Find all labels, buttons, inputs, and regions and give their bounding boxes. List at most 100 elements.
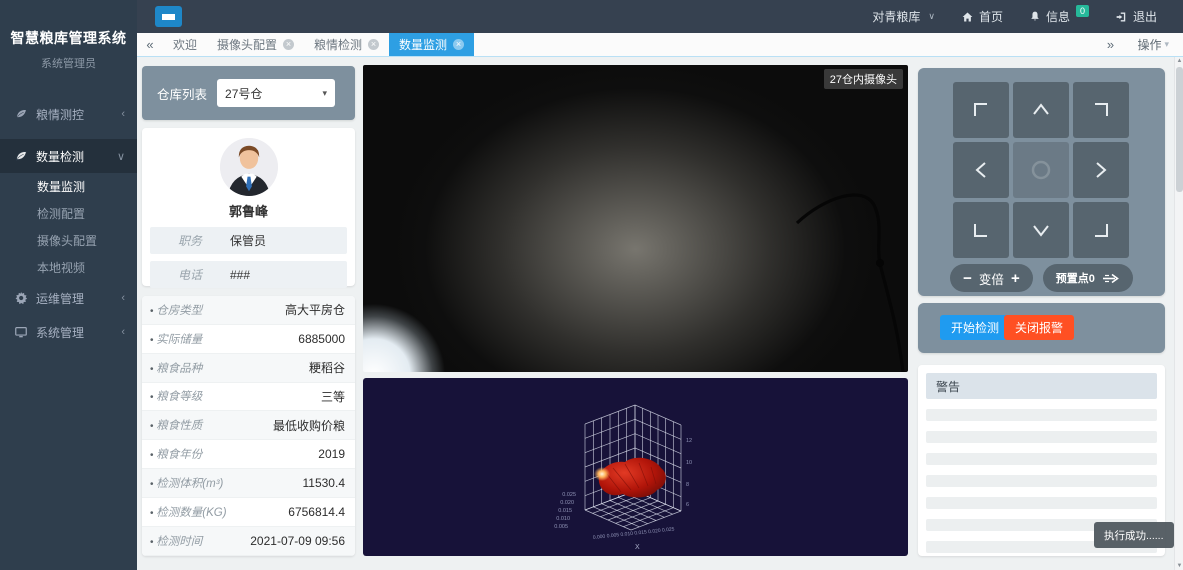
detail-value: 最低收购价粮	[273, 417, 345, 434]
warning-row	[926, 453, 1157, 465]
topbar: 对青粮库 ∨ 首页 信息 0 退出	[137, 0, 1183, 33]
vertical-scrollbar[interactable]: ▲ ▼	[1174, 57, 1183, 570]
axis-ticks: 0.025 0.020 0.015 0.010 0.005 12 10 8 6 …	[554, 438, 692, 551]
3d-volume-plot[interactable]: 0.025 0.020 0.015 0.010 0.005 12 10 8 6 …	[363, 378, 908, 556]
pan-up-right-button[interactable]	[1073, 82, 1129, 138]
corner-up-left-icon	[968, 97, 994, 123]
success-toast: 执行成功......	[1094, 522, 1174, 548]
warehouse-selected-value: 27号仓	[225, 85, 319, 102]
detail-label: 检测体积(m³)	[150, 475, 223, 491]
app-window: 智慧粮库管理系统 系统管理员 粮情测控 ‹ 数量检测 ∨ 数量监测 检测配置 摄…	[0, 0, 1183, 570]
detail-label: 粮食品种	[150, 360, 202, 376]
scroll-down-icon[interactable]: ▼	[1175, 563, 1183, 569]
tab-scroll-left-button[interactable]: «	[137, 33, 163, 56]
close-icon[interactable]: ×	[368, 39, 379, 50]
tab-camera-config[interactable]: 摄像头配置 ×	[207, 33, 304, 56]
tabbar-right: » 操作 ▾	[1097, 33, 1183, 56]
pan-right-button[interactable]	[1073, 142, 1129, 198]
keeper-row-value: ###	[230, 268, 250, 282]
tab-scroll-right-button[interactable]: »	[1097, 37, 1123, 52]
scroll-up-icon[interactable]: ▲	[1175, 58, 1183, 64]
sidebar-submenu: 数量监测 检测配置 摄像头配置 本地视频	[0, 173, 137, 281]
svg-text:0.020: 0.020	[560, 500, 574, 506]
corner-down-right-icon	[1088, 217, 1114, 243]
depot-dropdown[interactable]: 对青粮库 ∨	[872, 8, 935, 25]
pan-down-button[interactable]	[1013, 202, 1069, 258]
warning-row	[926, 431, 1157, 443]
pan-left-button[interactable]	[953, 142, 1009, 198]
detail-label: 检测时间	[150, 533, 202, 549]
scrollbar-thumb[interactable]	[1176, 67, 1183, 192]
camera-video-feed[interactable]: 27仓内摄像头	[363, 65, 908, 372]
operation-dropdown[interactable]: 操作 ▾	[1123, 36, 1183, 53]
depot-name: 对青粮库	[872, 8, 920, 25]
leaf-icon	[14, 107, 28, 121]
topbar-right: 对青粮库 ∨ 首页 信息 0 退出	[872, 8, 1183, 25]
ptz-direction-pad	[953, 82, 1129, 258]
tab-welcome[interactable]: 欢迎	[163, 33, 207, 56]
tab-quantity-monitor[interactable]: 数量监测 ×	[389, 33, 474, 56]
detail-label: 粮食年份	[150, 446, 202, 462]
sidebar-subitem-quantity-monitor[interactable]: 数量监测	[0, 173, 137, 200]
detail-row: 检测数量(KG)6756814.4	[142, 498, 355, 527]
chevron-down-icon: ∨	[928, 11, 935, 22]
detail-row: 仓房类型高大平房仓	[142, 296, 355, 325]
pan-down-left-button[interactable]	[953, 202, 1009, 258]
home-link[interactable]: 首页	[961, 8, 1003, 25]
messages-link[interactable]: 信息 0	[1029, 8, 1089, 25]
close-alarm-button[interactable]: 关闭报警	[1004, 315, 1074, 340]
ptz-home-button[interactable]	[1013, 142, 1069, 198]
sidebar-item-label: 粮情测控	[36, 106, 84, 123]
center-ring-icon	[1028, 157, 1054, 183]
detail-value: 6885000	[298, 332, 345, 346]
sidebar-item-ops-management[interactable]: 运维管理 ‹	[0, 281, 137, 315]
preset-label: 预置点0	[1056, 270, 1095, 286]
close-icon[interactable]: ×	[283, 39, 294, 50]
sidebar-item-system-management[interactable]: 系统管理 ‹	[0, 315, 137, 349]
sidebar-item-quantity-detection[interactable]: 数量检测 ∨	[0, 139, 137, 173]
pan-down-right-button[interactable]	[1073, 202, 1129, 258]
detail-value: 6756814.4	[288, 505, 345, 519]
zoom-in-icon[interactable]: +	[1011, 271, 1020, 286]
hamburger-icon	[162, 14, 175, 20]
svg-text:6: 6	[686, 502, 689, 508]
arrow-left-icon	[968, 157, 994, 183]
zoom-out-icon[interactable]: −	[963, 271, 972, 286]
pan-up-left-button[interactable]	[953, 82, 1009, 138]
red-surface	[594, 458, 666, 498]
logout-link[interactable]: 退出	[1115, 8, 1157, 25]
tab-label: 数量监测	[399, 36, 447, 53]
chevron-down-icon: ▾	[322, 88, 327, 99]
home-icon	[961, 11, 974, 23]
zoom-control-button[interactable]: − 变倍 +	[950, 264, 1033, 292]
ptz-control-panel: − 变倍 + 预置点0	[918, 68, 1165, 296]
sidebar-menu: 粮情测控 ‹ 数量检测 ∨ 数量监测 检测配置 摄像头配置 本地视频 运维管理 …	[0, 97, 137, 349]
menu-toggle-button[interactable]	[155, 6, 182, 27]
detail-value: 2021-07-09 09:56	[250, 534, 345, 548]
start-detection-button[interactable]: 开始检测	[940, 315, 1010, 340]
keeper-card: 郭鲁峰 职务 保管员 电话 ###	[142, 128, 355, 286]
keeper-row: 电话 ###	[150, 261, 347, 288]
pan-up-button[interactable]	[1013, 82, 1069, 138]
detail-value: 11530.4	[303, 476, 346, 490]
detail-value: 2019	[318, 447, 345, 461]
sidebar-subitem-detection-config[interactable]: 检测配置	[0, 200, 137, 227]
warehouse-select[interactable]: 27号仓 ▾	[217, 79, 335, 107]
tab-grain-detection[interactable]: 粮情检测 ×	[304, 33, 389, 56]
sidebar-subitem-camera-config[interactable]: 摄像头配置	[0, 227, 137, 254]
svg-text:0.015: 0.015	[558, 508, 572, 514]
svg-text:0.025: 0.025	[562, 492, 576, 498]
warning-row	[926, 475, 1157, 487]
detail-row: 实际储量 6885000	[142, 325, 355, 354]
close-icon[interactable]: ×	[453, 39, 464, 50]
chevron-left-icon: ‹	[121, 108, 125, 120]
sidebar-subitem-local-video[interactable]: 本地视频	[0, 254, 137, 281]
tabbar: « 欢迎 摄像头配置 × 粮情检测 × 数量监测 × » 操作 ▾	[137, 33, 1183, 57]
x-axis-label: X	[635, 544, 640, 551]
detail-label: 实际储量	[150, 331, 202, 347]
cable-overlay	[363, 65, 908, 372]
detail-row: 检测时间 2021-07-09 09:56	[142, 527, 355, 556]
sidebar-item-grain-condition[interactable]: 粮情测控 ‹	[0, 97, 137, 131]
keeper-row: 职务 保管员	[150, 227, 347, 254]
preset-button[interactable]: 预置点0	[1043, 264, 1133, 292]
